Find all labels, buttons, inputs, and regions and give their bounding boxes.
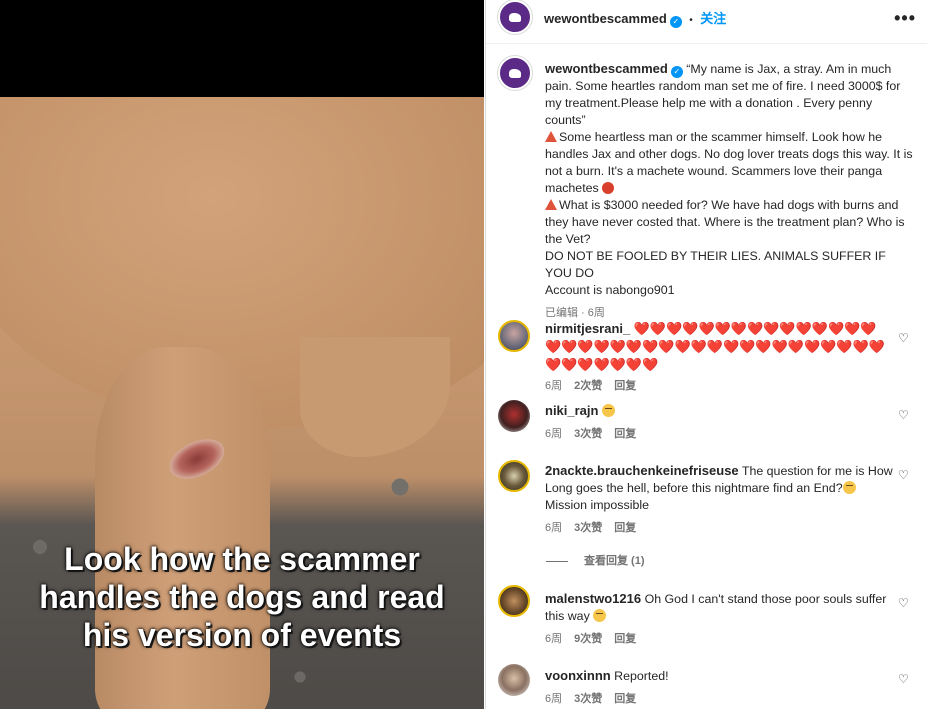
like-heart-icon[interactable]: ♡ [898,469,910,481]
comment-meta: 6周 2次赞 回复 [545,378,895,395]
comment-likes[interactable]: 3次赞 [574,693,602,705]
comment-text: Mission impossible [545,498,649,512]
caption-username[interactable]: wewontbescammed [545,61,668,76]
comment-username[interactable]: nirmitjesrani_ [545,321,630,336]
crying-face-icon [842,481,856,494]
comment-avatar[interactable] [498,320,530,352]
comment-likes[interactable]: 3次赞 [574,428,602,440]
view-replies-button[interactable]: 查看回复 (1) [546,552,645,568]
follow-button[interactable]: 关注 [700,11,726,26]
like-heart-icon[interactable]: ♡ [898,332,910,344]
photo-dog-leg [95,347,270,709]
comment-username[interactable]: 2nackte.brauchenkeinefriseuse [545,463,739,478]
reply-button[interactable]: 回复 [614,428,636,440]
comment-time[interactable]: 6周 [545,380,562,392]
comment-meta: 6周 3次赞 回复 [545,691,895,708]
comment-username[interactable]: malenstwo1216 [545,591,641,606]
crying-face-icon [593,609,607,622]
crying-face-icon [601,404,615,417]
post-media[interactable]: Look how the scammer handles the dogs an… [0,0,484,709]
media-caption: Look how the scammer handles the dogs an… [0,540,484,654]
comment-time[interactable]: 6周 [545,693,562,705]
warning-icon [545,131,557,142]
comment-avatar[interactable] [498,585,530,617]
comment-avatar[interactable] [498,400,530,432]
comment-avatar[interactable] [498,664,530,696]
comment-username[interactable]: niki_rajn [545,403,598,418]
comment-likes[interactable]: 9次赞 [574,633,602,645]
ellipsis-icon[interactable]: ••• [894,8,916,29]
verified-badge-icon: ✓ [669,16,682,28]
caption-text: What is $3000 needed for? We have had do… [545,198,905,246]
comment-time[interactable]: 6周 [545,428,562,440]
comment-avatar[interactable] [498,460,530,492]
post-header: wewontbescammed ✓ • 关注 ••• [486,0,927,44]
post-details-pane: wewontbescammed ✓ • 关注 ••• wewontbescamme… [485,0,927,709]
comment-likes[interactable]: 3次赞 [574,522,602,534]
comment-meta: 6周 3次赞 回复 [545,426,895,443]
warning-icon [545,199,557,210]
media-caption-line: his version of events [82,617,402,653]
comment-meta: 6周 3次赞 回复 [545,520,895,537]
reply-button[interactable]: 回复 [614,380,636,392]
caption-text: Account is nabongo901 [545,283,675,297]
comment-time[interactable]: 6周 [545,633,562,645]
comment-username[interactable]: voonxinnn [545,668,611,683]
reply-button[interactable]: 回复 [614,633,636,645]
comment-meta: 6周 9次赞 回复 [545,631,895,648]
comment-text: Reported! [614,669,669,683]
author-avatar[interactable] [498,0,532,34]
reply-button[interactable]: 回复 [614,693,636,705]
angry-face-icon [602,182,615,194]
like-heart-icon[interactable]: ♡ [898,673,910,685]
caption-text: Some heartless man or the scammer himsel… [545,130,913,195]
like-heart-icon[interactable]: ♡ [898,597,910,609]
header-separator: • [689,15,693,26]
media-caption-line: Look how the scammer [64,541,420,577]
media-caption-line: handles the dogs and read [39,579,445,615]
post-caption: wewontbescammed ✓ “My name is Jax, a stra… [545,60,915,322]
comment-time[interactable]: 6周 [545,522,562,534]
caption-author-avatar[interactable] [498,56,532,90]
caption-text: DO NOT BE FOOLED BY THEIR LIES. ANIMALS … [545,249,886,280]
comment-likes[interactable]: 2次赞 [574,380,602,392]
author-username[interactable]: wewontbescammed [544,11,667,26]
verified-badge-icon: ✓ [670,66,683,78]
like-heart-icon[interactable]: ♡ [898,409,910,421]
reply-button[interactable]: 回复 [614,522,636,534]
